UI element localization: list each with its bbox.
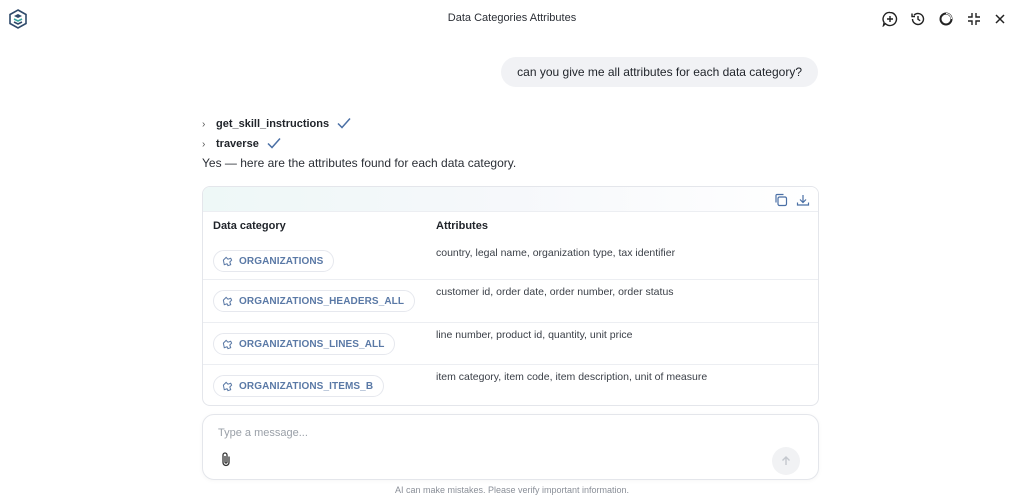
history-icon[interactable] — [909, 10, 927, 28]
table-row: ORGANIZATIONS_HEADERS_ALL customer id, o… — [203, 280, 818, 323]
loading-circle-icon[interactable] — [937, 10, 955, 28]
tool-call-label: get_skill_instructions — [216, 118, 330, 130]
arrow-up-icon — [782, 456, 790, 465]
chip-label: ORGANIZATIONS — [239, 255, 324, 267]
chip-label: ORGANIZATIONS_ITEMS_B — [239, 380, 374, 392]
send-button[interactable] — [772, 447, 800, 475]
category-icon — [222, 381, 233, 391]
tool-call-get-skill-instructions[interactable]: › get_skill_instructions — [202, 116, 351, 132]
data-category-chip[interactable]: ORGANIZATIONS_LINES_ALL — [213, 333, 396, 355]
page-title: Data Categories Attributes — [447, 12, 577, 24]
close-icon[interactable] — [991, 10, 1009, 28]
collapse-icon[interactable] — [965, 10, 983, 28]
download-icon[interactable] — [795, 192, 811, 208]
data-category-chip[interactable]: ORGANIZATIONS — [213, 250, 335, 272]
attributes-cell: item category, item code, item descripti… — [436, 371, 708, 383]
table-header: Data category Attributes — [203, 212, 818, 240]
table-row: ORGANIZATIONS_LINES_ALL line number, pro… — [203, 323, 818, 365]
tool-call-label: traverse — [216, 138, 259, 150]
chip-label: ORGANIZATIONS_LINES_ALL — [239, 338, 385, 350]
attributes-cell: country, legal name, organization type, … — [436, 247, 676, 259]
message-composer — [202, 414, 819, 480]
copy-icon[interactable] — [773, 192, 789, 208]
check-icon — [337, 117, 351, 132]
disclaimer-text: AI can make mistakes. Please verify impo… — [394, 485, 630, 495]
assistant-answer-text: Yes — here are the attributes found for … — [202, 156, 517, 170]
attributes-table-card: Data category Attributes ORGANIZATIONS c… — [202, 186, 819, 406]
table-row: ORGANIZATIONS_ITEMS_B item category, ite… — [203, 365, 818, 405]
attributes-cell: line number, product id, quantity, unit … — [436, 329, 633, 341]
category-icon — [222, 256, 233, 266]
new-chat-icon[interactable] — [881, 10, 899, 28]
chevron-right-icon: › — [202, 118, 206, 130]
header-bar: Data Categories Attributes — [0, 0, 1024, 38]
attributes-cell: customer id, order date, order number, o… — [436, 286, 674, 298]
chip-label: ORGANIZATIONS_HEADERS_ALL — [239, 295, 405, 307]
category-icon — [222, 339, 233, 349]
message-input[interactable] — [218, 427, 758, 439]
tool-call-traverse[interactable]: › traverse — [202, 136, 281, 152]
user-message-bubble: can you give me all attributes for each … — [501, 57, 818, 87]
chevron-right-icon: › — [202, 138, 206, 150]
data-category-chip[interactable]: ORGANIZATIONS_ITEMS_B — [213, 375, 385, 397]
paperclip-icon[interactable] — [220, 451, 234, 469]
data-category-chip[interactable]: ORGANIZATIONS_HEADERS_ALL — [213, 290, 416, 312]
table-toolbar — [203, 187, 818, 212]
column-header-data-category: Data category — [213, 220, 286, 232]
category-icon — [222, 296, 233, 306]
column-header-attributes: Attributes — [436, 220, 488, 232]
check-icon — [267, 137, 281, 152]
table-row: ORGANIZATIONS country, legal name, organ… — [203, 240, 818, 280]
